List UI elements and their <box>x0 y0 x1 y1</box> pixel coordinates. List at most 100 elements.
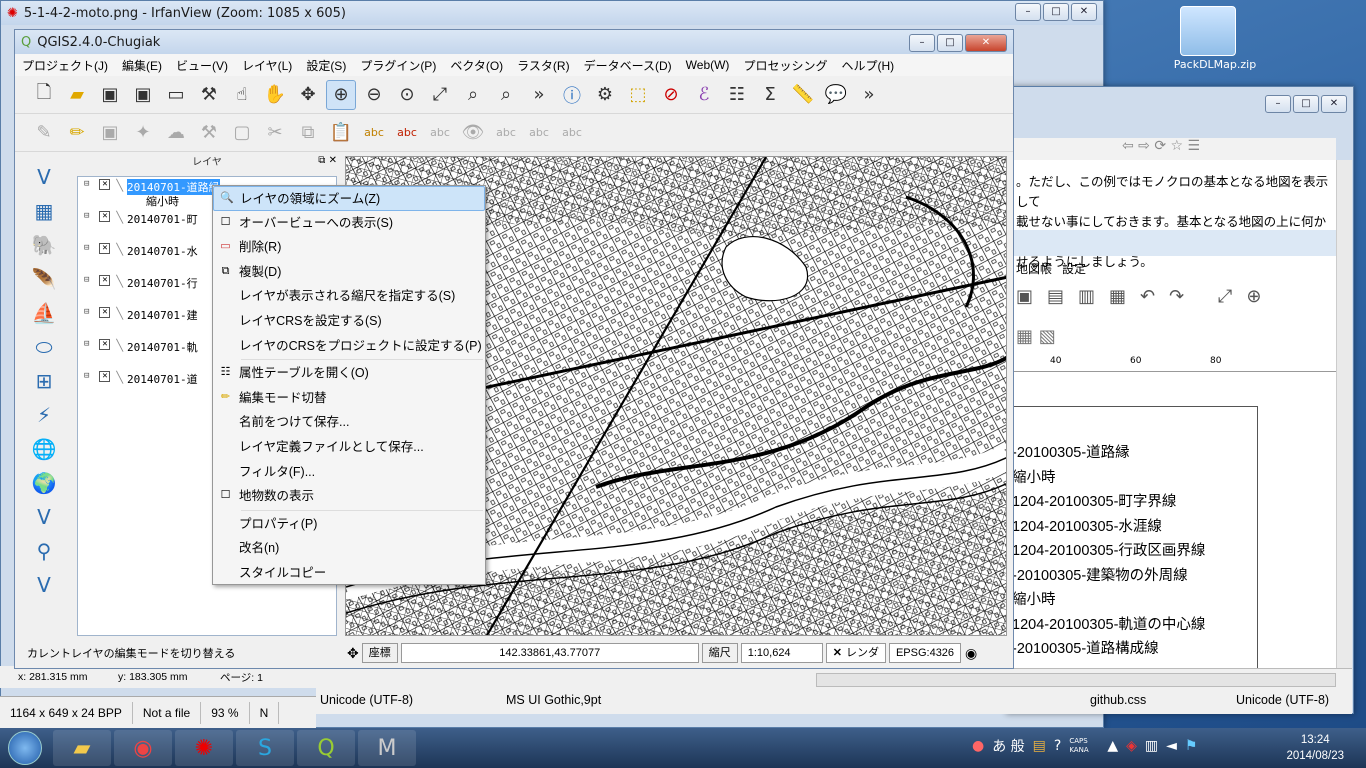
context-menu-item[interactable]: レイヤのCRSをプロジェクトに設定する(P) <box>213 334 485 359</box>
layer-visibility-checkbox[interactable]: ✕ <box>99 339 111 350</box>
editor-hscrollbar[interactable] <box>816 673 1336 687</box>
context-menu-item[interactable]: 名前をつけて保存... <box>213 410 485 435</box>
add-postgis-layer-icon[interactable]: 🐘 <box>29 230 59 260</box>
save-project-icon[interactable]: ▣ <box>95 80 125 110</box>
add-globe-layer-icon[interactable]: 🌍 <box>29 468 59 498</box>
qgis-taskbar-icon[interactable]: Q <box>297 730 355 766</box>
attribute-table-icon[interactable]: ☷ <box>722 80 752 110</box>
layer-visibility-checkbox[interactable]: ✕ <box>99 243 111 254</box>
tray-expand-icon[interactable]: ▲ <box>1107 738 1118 754</box>
context-menu-item[interactable]: 🔍 レイヤの領域にズーム(Z) <box>213 186 485 211</box>
action-icon[interactable]: ⚙ <box>590 80 620 110</box>
layer-visibility-checkbox[interactable]: ✕ <box>99 211 111 222</box>
close-button[interactable]: ✕ <box>965 34 1007 52</box>
close-button[interactable]: ✕ <box>1071 3 1097 21</box>
clock[interactable]: 13:24 2014/08/23 <box>1286 732 1344 764</box>
menu-database[interactable]: データベース(D) <box>577 57 679 74</box>
menu-layer[interactable]: レイヤ(L) <box>235 57 299 74</box>
add-delimited-layer-icon[interactable]: V <box>29 502 59 532</box>
messages-icon[interactable]: ◉ <box>965 645 977 662</box>
collapse-icon[interactable]: ⊟ <box>84 211 89 221</box>
scale-combo[interactable]: 1:10,624 <box>740 643 823 663</box>
save-edits-icon[interactable]: ▣ <box>95 118 125 148</box>
maximize-button[interactable]: □ <box>1293 95 1319 113</box>
menu-project[interactable]: プロジェクト(J) <box>15 57 115 74</box>
action-center-icon[interactable]: ⚑ <box>1185 738 1198 754</box>
qgis-titlebar[interactable]: Q QGIS2.4.0-Chugiak <box>15 30 1013 54</box>
editor-menu-atlas[interactable]: 地図帳 <box>1016 260 1052 277</box>
render-toggle[interactable]: ✕ レンダ <box>825 643 886 663</box>
layer-visibility-checkbox[interactable]: ✕ <box>99 371 111 382</box>
zoom-out-icon[interactable]: ⊖ <box>359 80 389 110</box>
composer-toolbar[interactable]: ▣▤▥▦↶↷ ⤢⊕ <box>1016 286 1275 307</box>
context-menu-item[interactable]: ✏ 編集モード切替 <box>213 386 485 411</box>
context-menu-item[interactable]: プロパティ(P) <box>213 512 485 537</box>
help-icon[interactable]: ? <box>1054 738 1061 754</box>
add-spatialite-layer-icon[interactable]: 🪶 <box>29 264 59 294</box>
zoom-layer-icon[interactable]: ⌕ <box>491 80 521 110</box>
touch-icon[interactable]: ☝ <box>227 80 257 110</box>
collapse-icon[interactable]: ⊟ <box>84 371 89 381</box>
move-label-icon[interactable]: abc <box>491 118 521 148</box>
collapse-icon[interactable]: ⊟ <box>84 339 89 349</box>
editor-scrollbar[interactable] <box>1336 160 1352 700</box>
more-tools-icon[interactable]: » <box>524 80 554 110</box>
collapse-icon[interactable]: ⊟ <box>84 179 89 189</box>
delete-selected-icon[interactable]: ▢ <box>227 118 257 148</box>
menu-help[interactable]: ヘルプ(H) <box>834 57 901 74</box>
new-composer-icon[interactable]: ▭ <box>161 80 191 110</box>
menu-vector[interactable]: ベクタ(O) <box>443 57 510 74</box>
pan-to-selection-icon[interactable]: ✥ <box>293 80 323 110</box>
paste-icon[interactable]: 📋 <box>326 118 356 148</box>
coordinate-toggle-icon[interactable]: ✥ <box>347 645 359 662</box>
measure-icon[interactable]: 📏 <box>788 80 818 110</box>
irfanview-titlebar[interactable]: ✺ 5-1-4-2-moto.png - IrfanView (Zoom: 10… <box>1 1 1103 25</box>
composer-toolbar-2[interactable]: ▦ ▧ <box>1016 326 1056 347</box>
render-checkbox-icon[interactable]: ✕ <box>833 644 842 662</box>
ime-mode[interactable]: あ 般 <box>992 736 1024 756</box>
context-menu-item[interactable]: スタイルコピー <box>213 561 485 586</box>
map-tips-icon[interactable]: 💬 <box>821 80 851 110</box>
rotate-label-icon[interactable]: abc <box>524 118 554 148</box>
layer-name[interactable]: 20140701-軌 <box>127 339 198 355</box>
desktop-icon-label[interactable]: PackDLMap.zip <box>1160 58 1270 71</box>
start-button[interactable] <box>0 728 50 768</box>
deselect-icon[interactable]: ⊘ <box>656 80 686 110</box>
label-diagram-icon[interactable]: abc <box>392 118 422 148</box>
node-tool-icon[interactable]: ⚒ <box>194 118 224 148</box>
add-wcs-layer-icon[interactable]: ⚡ <box>29 400 59 430</box>
context-menu-item[interactable]: レイヤ定義ファイルとして保存... <box>213 435 485 460</box>
field-calculator-icon[interactable]: ℰ <box>689 80 719 110</box>
collapse-icon[interactable]: ⊟ <box>84 275 89 285</box>
menu-processing[interactable]: プロセッシング <box>736 57 834 74</box>
zip-file-icon[interactable] <box>1180 6 1236 56</box>
context-menu-item[interactable]: ▭ 削除(R) <box>213 235 485 260</box>
menu-raster[interactable]: ラスタ(R) <box>510 57 576 74</box>
pan-icon[interactable]: ✋ <box>260 80 290 110</box>
ime-tools-icon[interactable]: ▤ <box>1033 738 1046 754</box>
context-menu-item[interactable]: フィルタ(F)... <box>213 460 485 485</box>
layer-name[interactable]: 20140701-建 <box>127 307 198 323</box>
security-tray-icon[interactable]: ◈ <box>1126 738 1137 754</box>
menu-view[interactable]: ビュー(V) <box>169 57 235 74</box>
network-tray-icon[interactable]: ▥ <box>1145 738 1158 754</box>
add-raster-layer-icon[interactable]: ▦ <box>29 196 59 226</box>
save-as-icon[interactable]: ▣ <box>128 80 158 110</box>
context-menu-item[interactable]: 改名(n) <box>213 536 485 561</box>
context-menu-item[interactable]: レイヤが表示される縮尺を指定する(S) <box>213 284 485 309</box>
layer-name[interactable]: 20140701-町 <box>127 211 198 227</box>
copy-icon[interactable]: ⧉ <box>293 118 323 148</box>
add-feature-icon[interactable]: ✦ <box>128 118 158 148</box>
new-shapefile-icon[interactable]: V <box>29 570 59 600</box>
menu-edit[interactable]: 編集(E) <box>115 57 169 74</box>
editor-taskbar-icon[interactable]: M <box>358 730 416 766</box>
minimize-button[interactable]: – <box>1265 95 1291 113</box>
crs-status[interactable]: EPSG:4326 <box>888 643 962 663</box>
qgis-window[interactable]: Q QGIS2.4.0-Chugiak – □ ✕ プロジェクト(J) 編集(E) … <box>14 29 1014 669</box>
layer-name[interactable]: 20140701-道 <box>127 371 198 387</box>
layer-name[interactable]: 20140701-水 <box>127 243 198 259</box>
menu-settings[interactable]: 設定(S) <box>299 57 353 74</box>
add-oracle-layer-icon[interactable]: ⬭ <box>29 332 59 362</box>
context-menu-item[interactable]: ☷ 属性テーブルを開く(O) <box>213 361 485 386</box>
composer-legend[interactable]: -20100305-道路縁 縮小時 1204-20100305-町字界線 120… <box>1012 406 1258 676</box>
